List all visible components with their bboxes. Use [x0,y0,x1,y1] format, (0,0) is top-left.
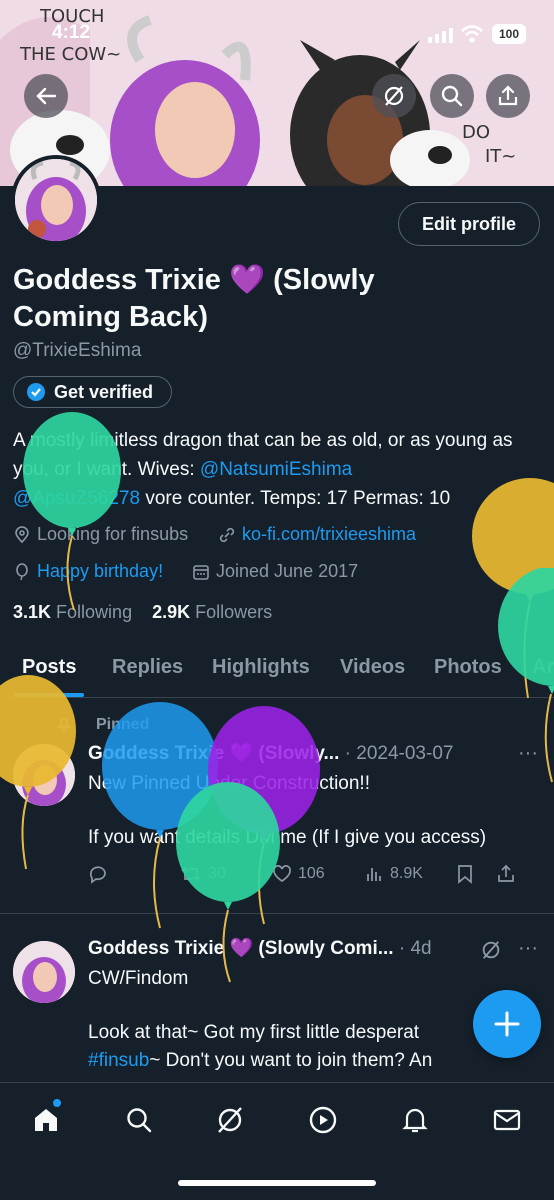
share-icon [498,85,518,106]
follow-stats: 3.1K Following 2.9K Followers [13,602,272,623]
repost-button[interactable]: 30 [180,864,272,884]
followers-link[interactable]: 2.9K Followers [152,602,272,622]
profile-name: Goddess Trixie 💜 (Slowly Coming Back) [13,264,375,333]
nav-grok[interactable] [213,1103,247,1137]
bookmark-icon [458,865,472,884]
grok-icon[interactable] [480,939,502,961]
share-post-button[interactable] [496,864,526,884]
reply-icon [89,866,106,884]
post-avatar[interactable] [13,744,75,806]
nav-search[interactable] [122,1103,156,1137]
tab-articles[interactable]: Ar [532,656,554,679]
plus-icon [494,1011,520,1037]
post-date: · 2024-03-07 [344,743,454,764]
notifications-icon [402,1108,428,1133]
bookmark-button[interactable] [456,864,496,884]
search-icon [441,85,463,107]
pinned-indicator: Pinned [56,716,149,734]
profile-birthday: Happy birthday! [13,561,163,582]
views-button[interactable]: 8.9K [364,864,456,884]
post-line-2: Look at that~ Got my first little desper… [88,1022,433,1071]
bio-mention-natsumi[interactable]: @NatsumiEshima [200,459,352,480]
share-icon [498,864,514,882]
post-line-1: CW/Findom [88,968,189,989]
grok-icon [218,1107,242,1133]
bio-mention-apsu[interactable]: @ApsuZ56278 [13,488,140,509]
nav-home[interactable] [29,1099,63,1137]
tab-videos[interactable]: Videos [340,656,405,679]
post-author[interactable]: Goddess Trixie 💜 (Slowly Comi... [88,938,394,959]
avatar-image [13,941,75,1003]
profile-website[interactable]: ko-fi.com/trixieeshima [218,524,416,545]
profile-location: Looking for finsubs [13,524,188,545]
compose-post-button[interactable] [473,990,541,1058]
tab-highlights[interactable]: Highlights [212,656,310,679]
post-more-button[interactable]: ··· [518,742,538,765]
home-indicator [178,1180,376,1186]
status-bar: 4:12 100 [0,0,554,66]
tab-photos[interactable]: Photos [434,656,502,679]
edit-profile-button[interactable]: Edit profile [398,202,540,246]
back-arrow-icon [36,87,57,105]
link-icon [219,527,235,542]
balloon-icon [16,562,28,580]
active-tab-indicator [14,693,84,697]
post-actions: 30 106 8.9K [88,864,526,884]
banner-text-right: DO [462,122,490,143]
status-time: 4:12 [52,22,91,43]
location-pin-icon [15,525,29,543]
tab-replies[interactable]: Replies [112,656,183,679]
wifi-icon [461,25,483,43]
profile-bio: A mostly limitless dragon that can be as… [13,430,513,509]
post-line-2: If you want details DM me (If I give you… [88,827,487,848]
back-button[interactable] [24,74,68,118]
nav-notifications[interactable] [398,1103,432,1137]
get-verified-label: Get verified [54,381,154,402]
messages-icon [493,1109,521,1131]
repost-icon [181,866,201,882]
verified-badge-icon [27,383,45,401]
calendar-icon [193,564,209,580]
post-date: · 4d [398,938,432,959]
post-line-1: New Pinned Under Construction!! [88,773,370,794]
post-more-button[interactable]: ··· [518,937,538,960]
nav-video[interactable] [306,1103,340,1137]
post-item[interactable]: Goddess Trixie 💜 (Slowly Comi... · 4d ··… [0,915,554,1082]
tab-posts[interactable]: Posts [22,656,76,679]
share-button[interactable] [486,74,530,118]
like-button[interactable]: 106 [272,864,364,884]
grok-button[interactable] [372,74,416,118]
post-author[interactable]: Goddess Trixie 💜 (Slowly... [88,743,339,764]
pin-icon [57,718,71,732]
hashtag-link[interactable]: #finsub [88,1050,149,1071]
get-verified-button[interactable]: Get verified [13,376,173,408]
profile-avatar[interactable] [11,155,101,245]
avatar-image [13,744,75,806]
following-link[interactable]: 3.1K Following [13,602,132,622]
battery-indicator: 100 [492,24,526,44]
svg-text:IT~: IT~ [485,146,516,167]
profile-tabs: Posts Replies Highlights Videos Photos A… [0,644,554,698]
home-icon [35,1109,57,1131]
video-icon [309,1106,337,1134]
profile-joined: Joined June 2017 [192,561,358,582]
heart-icon [273,865,291,883]
post-avatar[interactable] [13,941,75,1003]
cellular-signal-icon [428,28,453,43]
post-header: Goddess Trixie 💜 (Slowly Comi... · 4d [88,935,432,963]
notification-dot [53,1099,61,1107]
nav-messages[interactable] [490,1103,524,1137]
reply-button[interactable] [88,864,180,884]
post-pinned[interactable]: Pinned Goddess Trixie 💜 (Slowly... · 202… [0,698,554,914]
profile-handle: @TrixieEshima [13,340,142,361]
avatar-image [15,159,97,241]
search-icon [127,1108,152,1133]
search-button[interactable] [430,74,474,118]
grok-icon [384,86,404,106]
views-icon [367,868,381,881]
post-header: Goddess Trixie 💜 (Slowly... · 2024-03-07 [88,740,453,768]
